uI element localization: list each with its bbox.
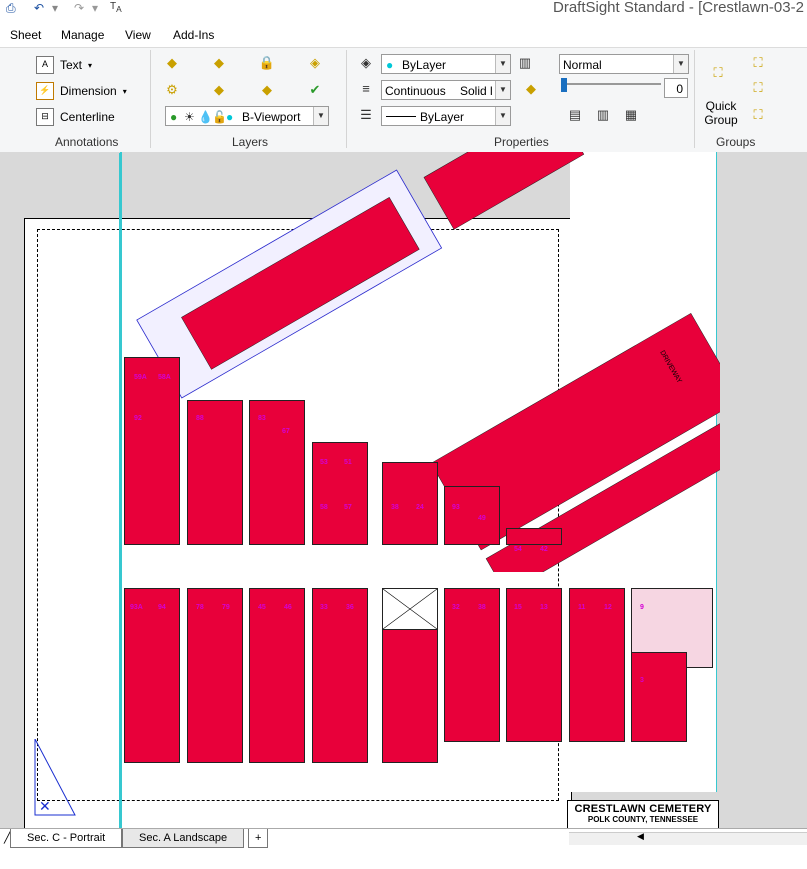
group-select-icon[interactable]: ⛶	[749, 106, 767, 124]
transparency-mode-dropdown[interactable]: Normal ▼	[559, 54, 689, 74]
dimension-icon: ⚡	[36, 82, 54, 100]
lot-block[interactable]	[249, 588, 305, 763]
menu-bar: Sheet Manage View Add-Ins	[0, 24, 807, 46]
unassigned-lot[interactable]	[382, 588, 438, 630]
chevron-down-icon: ▾	[122, 86, 127, 96]
layer-isolate-icon[interactable]: ◆	[210, 81, 228, 99]
dimension-button[interactable]: ⚡ Dimension ▾	[36, 82, 127, 100]
quick-group-icon[interactable]: ⛶	[709, 64, 727, 82]
chevron-down-icon: ▾	[88, 60, 93, 70]
property-icon[interactable]: ▤	[566, 106, 584, 124]
chevron-down-icon: ▼	[673, 55, 688, 73]
group-separator	[694, 50, 695, 148]
lot-block[interactable]	[506, 528, 562, 545]
transparency-value-field[interactable]: 0	[664, 78, 688, 98]
property-icon[interactable]: ▥	[594, 106, 612, 124]
group-edit-icon[interactable]: ⛶	[749, 79, 767, 97]
layer-properties-icon[interactable]: ◆	[163, 54, 181, 72]
lineweight-dropdown[interactable]: ByLayer ▼	[381, 106, 511, 126]
ribbon: A Text ▾ ⚡ Dimension ▾ ⊟ Centerline Anno…	[0, 47, 807, 154]
match-properties-icon[interactable]: ◆	[522, 80, 540, 98]
svg-text:✕: ✕	[39, 799, 51, 815]
county-name: POLK COUNTY, TENNESSEE	[587, 815, 699, 824]
scroll-left-icon[interactable]: ◀	[637, 831, 644, 842]
add-sheet-button[interactable]: +	[248, 829, 269, 848]
menu-manage[interactable]: Manage	[61, 28, 104, 42]
tab-sec-a-landscape[interactable]: Sec. A Landscape	[122, 829, 245, 848]
paint-bucket-icon[interactable]: ◈	[357, 54, 375, 72]
chevron-down-icon: ▼	[495, 55, 510, 73]
layer-settings-icon[interactable]: ⚙	[163, 81, 181, 99]
text-button[interactable]: A Text ▾	[36, 56, 92, 74]
lot-block[interactable]	[444, 486, 500, 545]
quick-group-button[interactable]: Quick Group	[703, 99, 739, 127]
layer-swatch-icon: ●	[226, 110, 234, 124]
lot-block[interactable]	[187, 588, 243, 763]
current-layer-name: B-Viewport	[242, 110, 301, 124]
cross-icon	[383, 589, 437, 629]
checkmark-icon[interactable]: ✔	[306, 81, 324, 99]
print-icon[interactable]: ⎙	[6, 1, 16, 16]
menu-add-ins[interactable]: Add-Ins	[173, 28, 214, 42]
layer-freeze-state-icon: ☀	[184, 110, 195, 124]
layer-lock-state-icon: 🔓	[212, 110, 227, 124]
lot-block[interactable]	[444, 588, 500, 742]
color-swatch-icon: ●	[386, 58, 394, 72]
layer-state-icon[interactable]: ◆	[210, 54, 228, 72]
window-title: DraftSight Standard - [Crestlawn-03-2	[553, 0, 804, 16]
layer-freeze-icon[interactable]: ◆	[258, 81, 276, 99]
chevron-down-icon[interactable]: ▾	[92, 1, 98, 15]
horizontal-scrollbar[interactable]: ◀	[569, 831, 807, 845]
groups-group-label: Groups	[716, 135, 756, 149]
layer-on-icon: ●	[170, 110, 178, 124]
lot-block[interactable]	[312, 588, 368, 763]
color-dropdown[interactable]: ● ByLayer ▼	[381, 54, 511, 74]
lot-block[interactable]	[124, 588, 180, 763]
drawing-canvas[interactable]: ✕ DRIVEWAY 59A 58A 92 88 83 67 53 51 58	[0, 152, 807, 828]
title-block: CRESTLAWN CEMETERY POLK COUNTY, TENNESSE…	[567, 800, 719, 828]
title-bar: ⎙ ↶ ▾ ↷ ▾ TA DraftSight Standard - [Cres…	[0, 0, 807, 22]
layer-dropdown[interactable]: ● ☀ 💧 🔓 ● B-Viewport ▼	[165, 106, 329, 126]
centerline-button[interactable]: ⊟ Centerline	[36, 108, 115, 126]
menu-sheet[interactable]: Sheet	[10, 28, 41, 42]
layer-stack-icon[interactable]: ◈	[306, 54, 324, 72]
properties-group-label: Properties	[494, 135, 549, 149]
lot-block[interactable]	[631, 652, 687, 742]
tab-sec-c-portrait[interactable]: Sec. C - Portrait	[10, 829, 123, 848]
chevron-down-icon: ▼	[495, 107, 510, 125]
columns-icon[interactable]: ▥	[516, 54, 534, 72]
linetype-dropdown[interactable]: Continuous Solid l ▼	[381, 80, 511, 100]
centerline-icon: ⊟	[36, 108, 54, 126]
layer-lock-icon[interactable]: 🔒	[258, 54, 276, 72]
cemetery-name: CRESTLAWN CEMETERY	[574, 803, 712, 815]
redo-icon[interactable]: ↷	[74, 1, 84, 15]
linetype-icon[interactable]: ≡	[357, 80, 375, 98]
transparency-slider-handle[interactable]	[561, 78, 567, 92]
chevron-down-icon: ▼	[495, 81, 510, 99]
lot-block[interactable]	[506, 588, 562, 742]
lot-block[interactable]	[312, 442, 368, 545]
lot-block[interactable]	[124, 357, 180, 545]
layer-color-icon: 💧	[198, 110, 213, 124]
sheet-tabs: ╱ Sec. C - Portrait Sec. A Landscape + ◀	[0, 828, 807, 869]
undo-icon[interactable]: ↶	[34, 1, 44, 15]
lineweight-icon[interactable]: ☰	[357, 106, 375, 124]
group-separator	[346, 50, 347, 148]
layers-group-label: Layers	[232, 135, 269, 149]
north-arrow: ✕	[34, 739, 76, 816]
chevron-down-icon: ▼	[313, 107, 328, 125]
lot-block[interactable]	[569, 588, 625, 742]
group-separator	[150, 50, 151, 148]
menu-view[interactable]: View	[125, 28, 151, 42]
text-icon: A	[36, 56, 54, 74]
annotations-group-label: Annotations	[55, 135, 119, 149]
text-style-icon[interactable]: TA	[110, 1, 122, 14]
property-icon[interactable]: ▦	[622, 106, 640, 124]
chevron-down-icon[interactable]: ▾	[52, 1, 58, 15]
transparency-slider-track[interactable]	[561, 83, 661, 85]
line-sample	[386, 116, 416, 117]
group-icon[interactable]: ⛶	[749, 54, 767, 72]
